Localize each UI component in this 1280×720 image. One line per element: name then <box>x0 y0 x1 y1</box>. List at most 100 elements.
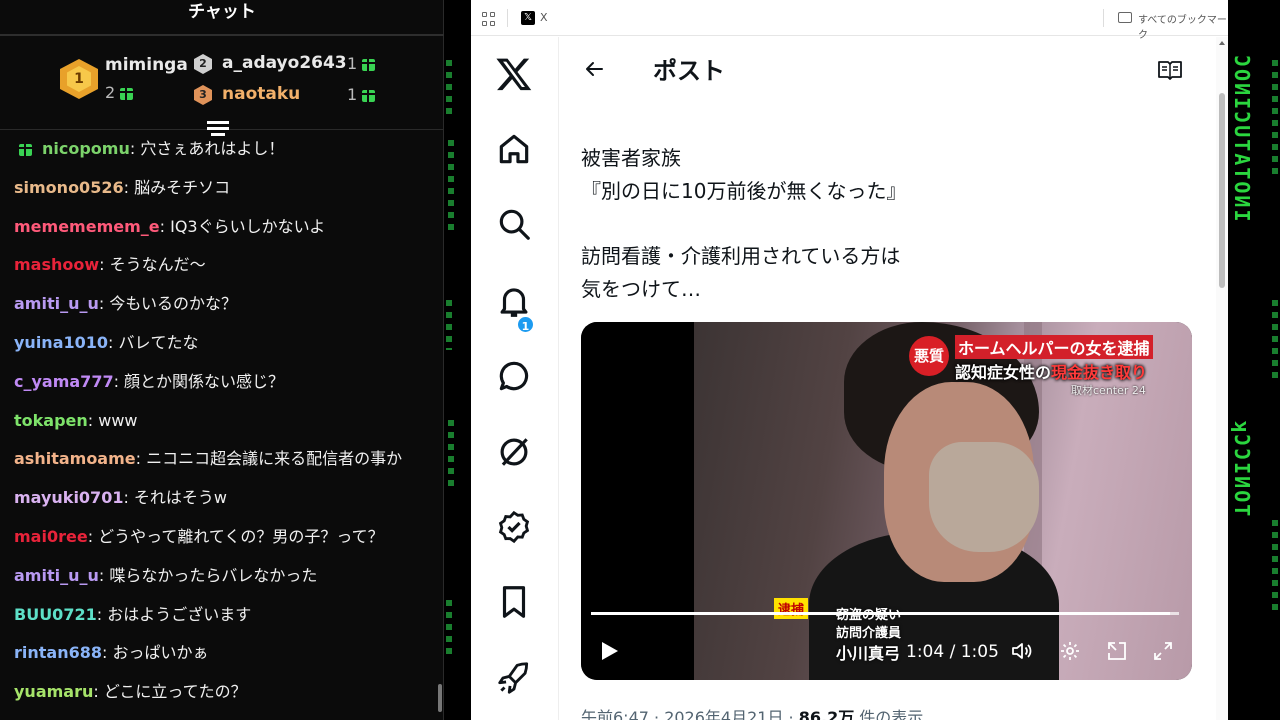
chat-message: yuamaru: どこに立ってたの？ <box>14 681 247 703</box>
video-letterbox <box>581 322 694 680</box>
rank-2-medal-icon: 2 <box>194 54 212 74</box>
chat-message: memememem_e: IQ3ぐらいしかないよ <box>14 216 325 238</box>
search-icon[interactable] <box>495 205 533 243</box>
matrix-background-left <box>444 0 471 720</box>
back-arrow-icon[interactable] <box>582 57 606 81</box>
chat-username[interactable]: mai0ree <box>14 527 88 546</box>
grok-icon[interactable] <box>495 433 533 471</box>
apps-grid-icon[interactable] <box>482 12 496 26</box>
grok-chat-icon[interactable] <box>495 357 533 395</box>
chat-message-text: : www <box>87 410 138 430</box>
chat-message: amiti_u_u: 今もいるのかな？ <box>14 293 237 315</box>
chat-username[interactable]: ashitamoame <box>14 449 136 468</box>
chat-message-text: : 脳みそチソコ <box>123 177 231 197</box>
post-meta: 午前6:47 · 2026年4月21日 · 86.2万 件の表示 <box>581 708 924 720</box>
chat-message-text: : おはようございます <box>96 604 252 624</box>
chat-message-text: : ニコニコ超会議に来る配信者の事か <box>135 449 403 469</box>
chat-username[interactable]: memememem_e <box>14 217 160 236</box>
chat-message-text: : どうやって離れてくの？男の子？って？ <box>87 527 384 546</box>
chat-username[interactable]: amiti_u_u <box>14 294 99 313</box>
video-player[interactable]: 悪質 ホームヘルパーの女を逮捕 認知症女性の現金抜き取り 取材center 24… <box>581 322 1192 680</box>
chat-username[interactable]: mayuki0701 <box>14 488 123 507</box>
chat-title: チャット <box>0 0 444 36</box>
x-favicon-icon[interactable]: 𝕏 <box>521 11 535 25</box>
rank-1-medal-icon: 1 <box>60 59 98 99</box>
gift-icon <box>120 87 134 100</box>
scroll-thumb[interactable] <box>1219 93 1225 288</box>
gift-icon <box>362 89 376 102</box>
leaderboard-count-3: 1 <box>347 85 376 104</box>
leaderboard-user-2[interactable]: a_adayo2643 <box>222 53 347 73</box>
post-text-line: 被害者家族 <box>581 146 681 170</box>
rocket-icon[interactable] <box>495 659 533 697</box>
chat-message-text: : 喋らなかったらバレなかった <box>98 565 318 585</box>
chat-username[interactable]: nicopomu <box>42 139 130 158</box>
home-icon[interactable] <box>495 130 533 168</box>
chat-message-text: : IQ3ぐらいしかないよ <box>159 216 326 236</box>
x-sidebar-nav: 1 <box>471 37 559 720</box>
post-text-line: 『別の日に10万前後が無くなった』 <box>581 179 907 203</box>
notification-badge: 1 <box>516 315 535 334</box>
volume-icon[interactable] <box>1010 639 1034 663</box>
bookmark-x[interactable]: X <box>540 11 548 24</box>
chat-username[interactable]: rintan688 <box>14 643 102 662</box>
page-title: ポスト <box>653 57 725 85</box>
chat-message-text: : 顔とか関係ない感じ？ <box>113 371 285 391</box>
news-headline-2: 認知症女性の現金抜き取り <box>955 363 1148 382</box>
chat-username[interactable]: amiti_u_u <box>14 566 99 585</box>
gift-icon <box>362 58 376 71</box>
chat-username[interactable]: yuina1010 <box>14 333 108 352</box>
chat-username[interactable]: tokapen <box>14 411 88 430</box>
folder-icon[interactable] <box>1118 12 1132 23</box>
caption-line: 小川真弓 <box>836 644 901 663</box>
chat-message: c_yama777: 顔とか関係ない感じ？ <box>14 371 284 393</box>
video-time: 1:04 / 1:05 <box>906 642 999 662</box>
picture-in-picture-icon[interactable] <box>1105 639 1129 663</box>
chat-message-text: : どこに立ってたの？ <box>93 682 247 702</box>
news-source: 取材center 24 <box>1071 384 1146 397</box>
news-badge: 悪質 <box>909 336 949 376</box>
chat-message: amiti_u_u: 喋らなかったらバレなかった <box>14 565 317 587</box>
chat-message: mai0ree: どうやって離れてくの？男の子？って？ <box>14 526 384 548</box>
leaderboard-count-2: 1 <box>347 54 376 73</box>
fullscreen-icon[interactable] <box>1151 639 1175 663</box>
chat-message: simono0526: 脳みそチソコ <box>14 177 230 199</box>
chat-message: mashoow: そうなんだ〜 <box>14 254 206 276</box>
chat-message: tokapen: www <box>14 410 138 432</box>
chat-message-text: : 穴さぇあれはよし！ <box>129 139 285 158</box>
chat-message-text: : おっぱいかぁ <box>102 643 209 663</box>
chat-username[interactable]: yuamaru <box>14 682 93 701</box>
chat-message-text: : バレてたな <box>108 333 199 352</box>
caption-tag: 逮捕 <box>774 598 809 619</box>
reader-mode-icon[interactable] <box>1157 59 1183 81</box>
chat-message: nicopomu: 穴さぇあれはよし！ <box>14 138 284 160</box>
bookmarks-divider <box>1103 9 1104 27</box>
leaderboard-user-3[interactable]: naotaku <box>222 84 300 104</box>
chat-message: ashitamoame: ニコニコ超会議に来る配信者の事か <box>14 448 402 470</box>
chat-message-text: : そうなんだ〜 <box>99 255 206 275</box>
chat-panel: チャット 1 miminga 2 2 a_adayo2643 1 3 naota… <box>0 0 444 720</box>
post-text-line: 気をつけて… <box>581 277 701 301</box>
chat-message-text: : それはそうw <box>123 488 228 508</box>
chat-message-text: : 今もいるのかな？ <box>98 294 238 314</box>
chat-username[interactable]: BUU0721 <box>14 605 97 624</box>
settings-gear-icon[interactable] <box>1058 639 1082 663</box>
play-icon[interactable] <box>598 640 620 662</box>
chat-message: yuina1010: バレてたな <box>14 332 199 354</box>
video-progress-bar[interactable] <box>591 612 1179 615</box>
scroll-up-arrow-icon[interactable] <box>1219 41 1225 45</box>
chat-username[interactable]: simono0526 <box>14 178 124 197</box>
video-progress-fill <box>591 612 1171 615</box>
chat-message: BUU0721: おはようございます <box>14 604 251 626</box>
page-scrollbar[interactable] <box>1216 37 1228 720</box>
gift-leaderboard: 1 miminga 2 2 a_adayo2643 1 3 naotaku 1 <box>0 38 444 130</box>
chat-username[interactable]: mashoow <box>14 255 99 274</box>
x-logo-icon[interactable] <box>495 55 533 93</box>
chat-scrollbar[interactable] <box>438 684 442 712</box>
leaderboard-user-1[interactable]: miminga <box>105 55 188 75</box>
verified-icon[interactable] <box>495 508 533 546</box>
bookmark-icon[interactable] <box>495 583 533 621</box>
leaderboard-count-1: 2 <box>105 83 134 102</box>
matrix-background-right: ƆOИIƆUTATOИI ʞƆƆIИOT <box>1228 0 1280 720</box>
chat-username[interactable]: c_yama777 <box>14 372 114 391</box>
